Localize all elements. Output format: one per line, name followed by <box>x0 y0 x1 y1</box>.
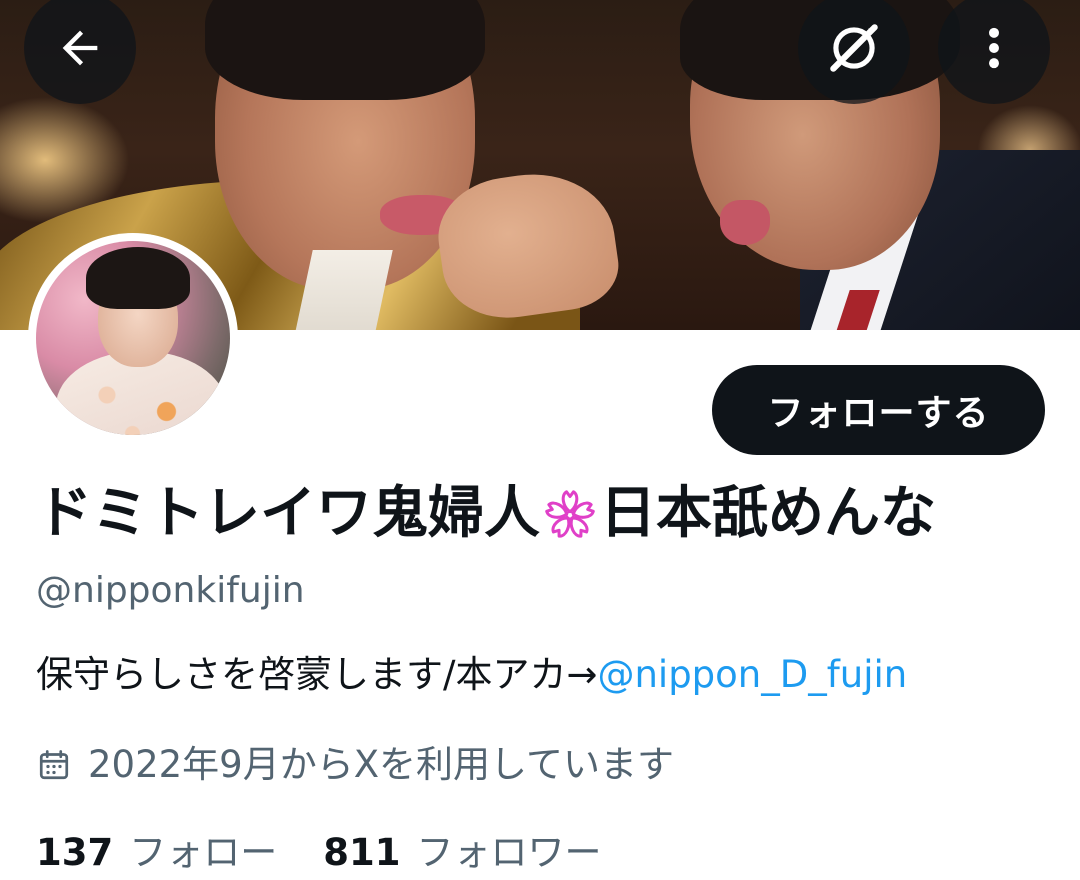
more-vertical-icon <box>989 27 999 69</box>
arrow-left-icon <box>62 30 98 66</box>
profile-stats: 137 フォロー 811 フォロワー <box>36 826 647 880</box>
followers-link[interactable]: 811 フォロワー <box>323 826 601 880</box>
profile-joined-date: 2022年9月からXを利用しています <box>36 738 674 792</box>
avatar-hair <box>86 247 190 309</box>
profile-bio: 保守らしさを啓蒙します/本アカ→@nippon_D_fujin <box>36 648 907 702</box>
profile-display-name: ドミトレイワ鬼婦人 日本舐めんな <box>36 476 936 552</box>
banner-hair-left <box>205 0 485 100</box>
avatar-image <box>36 241 230 435</box>
joined-text: 2022年9月からXを利用しています <box>88 743 674 786</box>
followers-label: フォロワー <box>416 831 602 874</box>
profile-avatar[interactable] <box>28 233 238 443</box>
followers-count: 811 <box>323 831 401 874</box>
slashed-circle-icon <box>830 24 878 72</box>
following-link[interactable]: 137 フォロー <box>36 826 277 880</box>
bio-text: 保守らしさを啓蒙します/本アカ→ <box>36 653 598 696</box>
display-name-part-2: 日本舐めんな <box>600 481 936 546</box>
following-count: 137 <box>36 831 114 874</box>
sakura-icon <box>545 490 595 538</box>
bio-mention-link[interactable]: @nippon_D_fujin <box>597 653 907 696</box>
calendar-icon <box>39 750 69 780</box>
profile-handle: @nipponkifujin <box>36 570 305 611</box>
following-label: フォロー <box>129 831 278 874</box>
display-name-part-1: ドミトレイワ鬼婦人 <box>36 481 540 546</box>
follow-button[interactable]: フォローする <box>712 365 1045 455</box>
banner-detail-right <box>720 200 770 245</box>
